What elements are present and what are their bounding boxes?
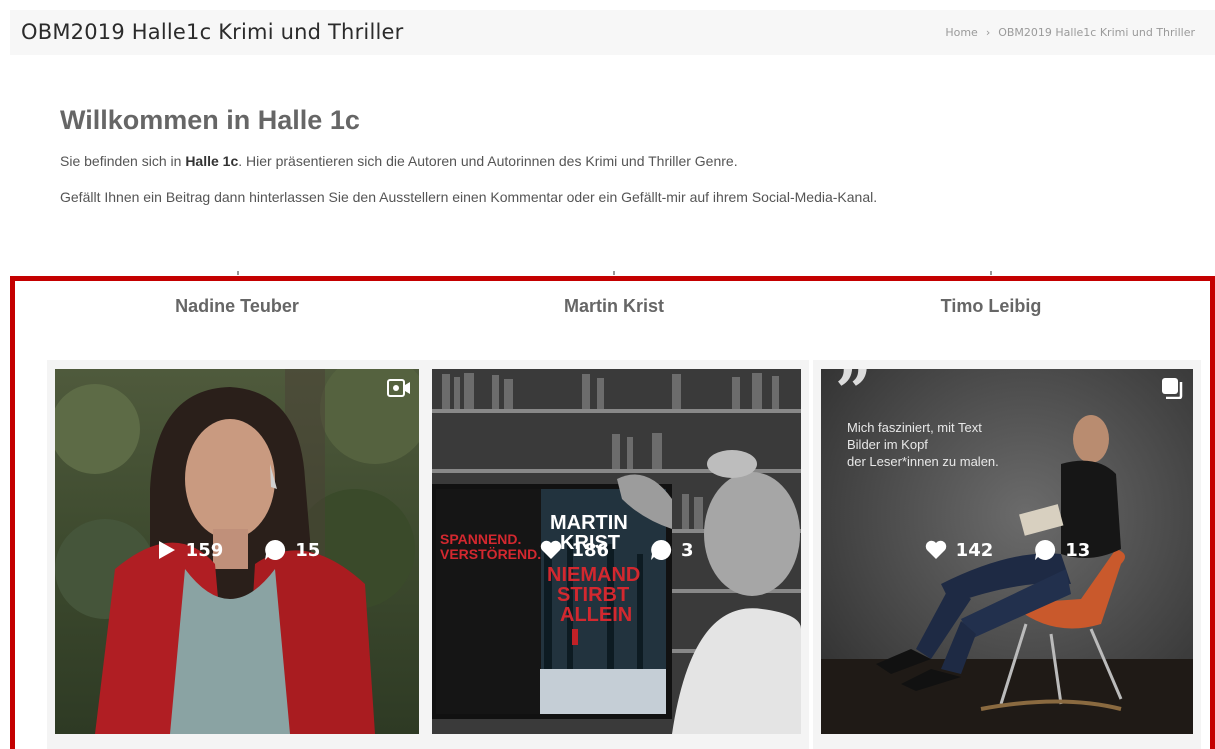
comments-count: 15 (295, 539, 321, 561)
column-tick (613, 271, 615, 275)
post-stats: 142 13 (821, 538, 1193, 562)
author-name-martin-krist[interactable]: Martin Krist (429, 296, 799, 317)
comments-stat: 15 (263, 538, 320, 562)
instagram-post-card[interactable]: ” Mich fasziniert, mit Text Bilder im Ko… (813, 360, 1201, 749)
intro-line-1: Sie befinden sich in Halle 1c. Hier präs… (60, 152, 1160, 170)
book-title-text: MARTIN (550, 512, 628, 534)
comments-count: 13 (1065, 539, 1091, 561)
breadcrumb-separator: › (985, 26, 991, 39)
likes-count: 142 (955, 539, 994, 561)
svg-text:ALLEIN: ALLEIN (560, 604, 632, 626)
breadcrumb-home-link[interactable]: Home (945, 26, 977, 39)
column-tick (237, 271, 239, 275)
column-tick (990, 271, 992, 275)
comment-icon (265, 539, 286, 560)
welcome-heading: Willkommen in Halle 1c (60, 105, 360, 135)
likes-count: 186 (571, 539, 610, 561)
comments-stat: 3 (649, 538, 694, 562)
comments-stat: 13 (1033, 538, 1090, 562)
instagram-post-card[interactable]: 159 15 (47, 360, 427, 749)
instagram-post-card[interactable]: SPANNEND. VERSTÖREND. MARTIN KRIST NIEMA… (424, 360, 809, 749)
breadcrumb: Home › OBM2019 Halle1c Krimi und Thrille… (945, 26, 1195, 39)
comments-count: 3 (681, 539, 694, 561)
author-name-timo-leibig[interactable]: Timo Leibig (806, 296, 1176, 317)
gallery-icon (1161, 377, 1185, 400)
post-quote-text: Mich fasziniert, mit Text Bilder im Kopf… (847, 420, 999, 469)
intro-line-2: Gefällt Ihnen ein Beitrag dann hinterlas… (60, 189, 878, 205)
svg-text:NIEMAND: NIEMAND (547, 564, 640, 586)
comment-icon (1035, 539, 1056, 560)
likes-stat: 142 (924, 538, 994, 562)
heart-icon (541, 540, 562, 559)
likes-stat: 186 (539, 538, 609, 562)
svg-text:STIRBT: STIRBT (557, 584, 629, 606)
intro-line-1-suffix: . Hier präsentieren sich die Autoren und… (238, 153, 738, 169)
breadcrumb-current: OBM2019 Halle1c Krimi und Thriller (998, 26, 1195, 39)
comment-icon (651, 539, 672, 560)
post-photo[interactable]: SPANNEND. VERSTÖREND. MARTIN KRIST NIEMA… (432, 369, 801, 734)
post-photo[interactable]: ” Mich fasziniert, mit Text Bilder im Ko… (821, 369, 1193, 734)
intro-line-1-prefix: Sie befinden sich in (60, 153, 186, 169)
intro-line-1-bold: Halle 1c (185, 153, 239, 169)
video-icon (387, 377, 411, 399)
views-stat: 159 (154, 538, 224, 562)
post-photo[interactable]: 159 15 (55, 369, 419, 734)
intro-section: Willkommen in Halle 1c Sie befinden sich… (60, 105, 1160, 224)
quote-icon: ” (835, 369, 872, 430)
heart-icon (925, 540, 946, 559)
header-bar: OBM2019 Halle1c Krimi und Thriller Home … (10, 10, 1215, 55)
post-stats: 186 3 (432, 538, 801, 562)
author-name-nadine-teuber[interactable]: Nadine Teuber (52, 296, 422, 317)
views-count: 159 (185, 539, 224, 561)
post-stats: 159 15 (55, 538, 419, 562)
play-icon (158, 541, 175, 559)
page-title: OBM2019 Halle1c Krimi und Thriller (21, 20, 404, 44)
